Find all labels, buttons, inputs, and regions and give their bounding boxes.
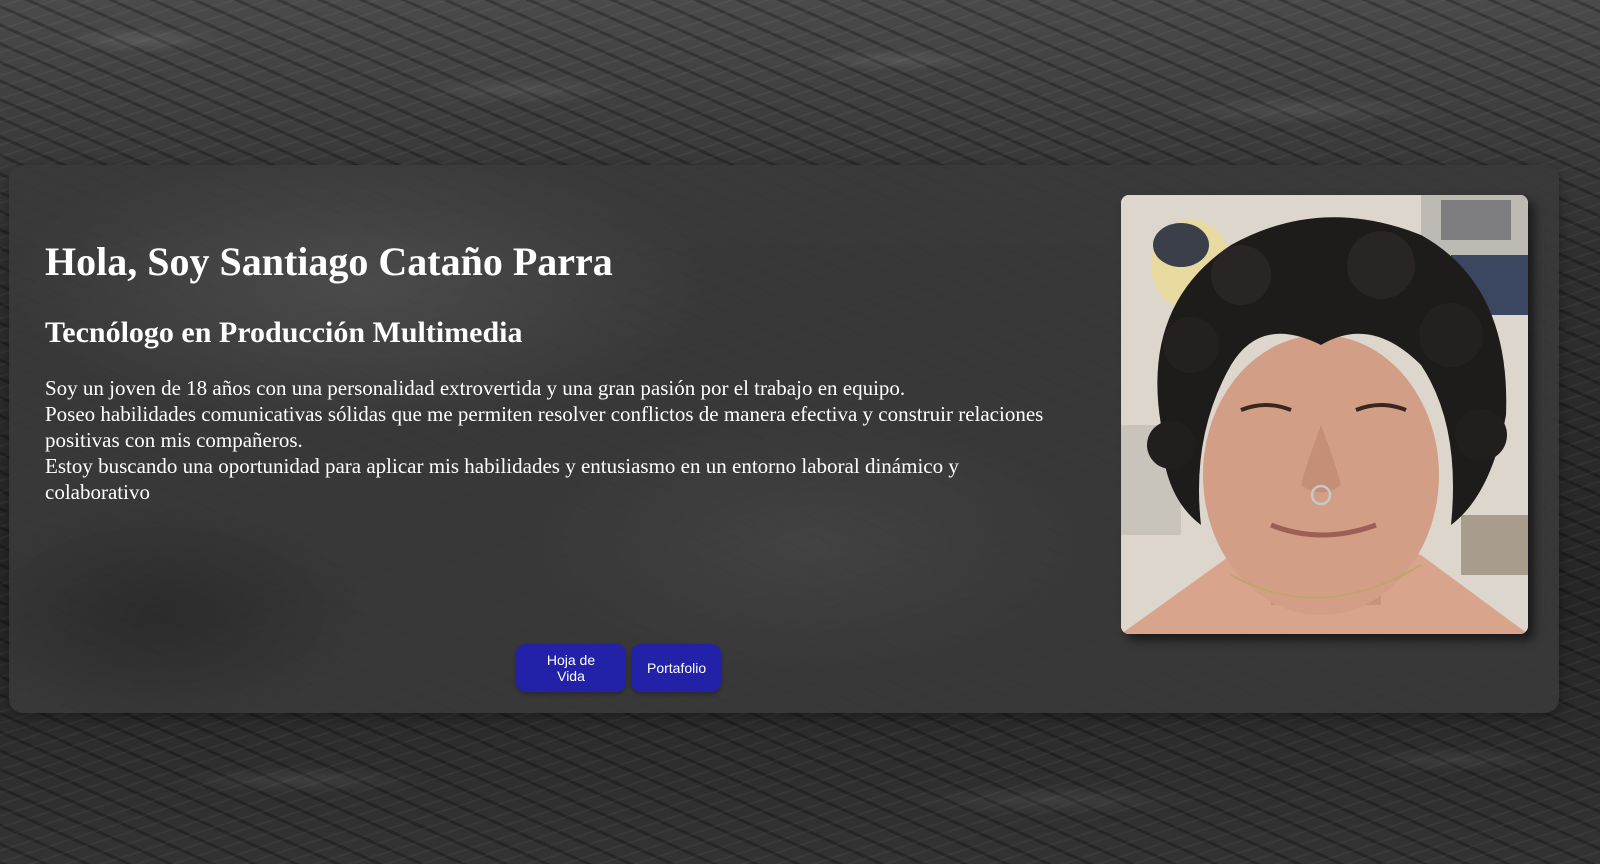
intro-text: Hola, Soy Santiago Cataño Parra Tecnólog… <box>45 235 1045 505</box>
intro-card: Hola, Soy Santiago Cataño Parra Tecnólog… <box>9 165 1559 713</box>
page-title: Hola, Soy Santiago Cataño Parra <box>45 239 613 284</box>
action-buttons: Hoja de Vida Portafolio <box>516 644 721 692</box>
job-title: Tecnólogo en Producción Multimedia <box>45 316 523 349</box>
about-text: Soy un joven de 18 años con una personal… <box>45 375 1045 505</box>
profile-photo-illustration <box>1121 195 1528 634</box>
cv-button[interactable]: Hoja de Vida <box>516 644 626 692</box>
about-line: Poseo habilidades comunicativas sólidas … <box>45 402 1044 452</box>
about-line: Soy un joven de 18 años con una personal… <box>45 376 906 400</box>
about-line: Estoy buscando una oportunidad para apli… <box>45 454 959 504</box>
profile-photo <box>1121 195 1528 634</box>
portfolio-button[interactable]: Portafolio <box>631 644 721 692</box>
